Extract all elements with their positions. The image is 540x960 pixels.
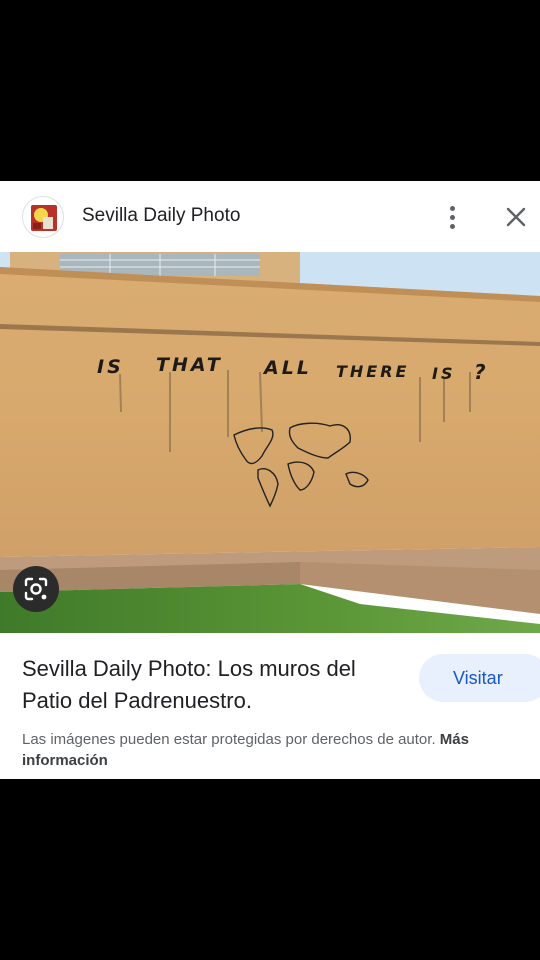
site-favicon[interactable]: [22, 196, 64, 238]
close-icon[interactable]: [500, 201, 532, 233]
card-header: Sevilla Daily Photo: [0, 181, 540, 252]
graffiti-word-5: IS: [432, 364, 456, 383]
wall-graffiti-text: IS THAT ALL THERE IS ?: [0, 252, 540, 633]
graffiti-word-3: ALL: [264, 357, 312, 379]
more-vert-icon[interactable]: [438, 202, 466, 232]
google-lens-icon[interactable]: [13, 566, 59, 612]
visit-button[interactable]: Visitar: [419, 654, 540, 702]
site-name[interactable]: Sevilla Daily Photo: [82, 205, 240, 227]
site-favicon-image: [31, 205, 57, 231]
copyright-notice: Las imágenes pueden estar protegidas por…: [22, 729, 522, 771]
graffiti-word-6: ?: [474, 360, 486, 384]
result-photo[interactable]: IS THAT ALL THERE IS ?: [0, 252, 540, 633]
graffiti-word-2: THAT: [156, 354, 223, 376]
image-result-card: Sevilla Daily Photo IS THAT ALL THERE IS…: [0, 181, 540, 779]
graffiti-word-4: THERE: [336, 362, 410, 381]
graffiti-word-1: IS: [97, 356, 124, 378]
copyright-text: Las imágenes pueden estar protegidas por…: [22, 731, 436, 748]
result-title[interactable]: Sevilla Daily Photo: Los muros del Patio…: [22, 653, 402, 717]
